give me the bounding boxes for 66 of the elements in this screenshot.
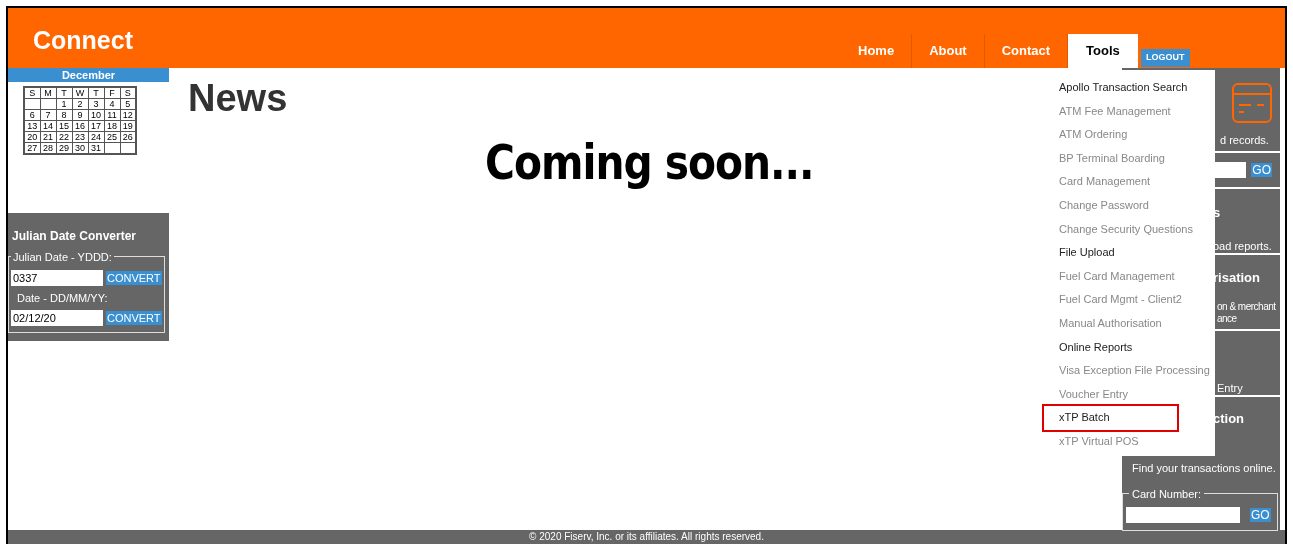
- calendar-day: 15: [56, 120, 72, 132]
- calendar-day: 11: [104, 109, 120, 121]
- convert-button[interactable]: CONVERT: [106, 311, 162, 325]
- julian-date-field[interactable]: 0337: [11, 270, 103, 286]
- calendar-day: S: [120, 87, 136, 99]
- date-field[interactable]: 02/12/20: [11, 310, 103, 326]
- calendar-day: 2: [72, 98, 88, 110]
- footer-text: © 2020 Fiserv, Inc. or its affiliates. All rights reserved.: [8, 530, 1285, 544]
- calendar-day: 17: [88, 120, 104, 132]
- calendar-day: 13: [24, 120, 40, 132]
- authorisation-title: risation: [1213, 269, 1260, 287]
- authorisation-text: on & merchant ance: [1217, 301, 1276, 325]
- calendar-day: 18: [104, 120, 120, 132]
- calendar-day: 27: [24, 142, 40, 154]
- calendar-day: T: [88, 87, 104, 99]
- month-header: December: [8, 68, 169, 82]
- calendar-day: S: [24, 87, 40, 99]
- calendar-day: 26: [120, 131, 136, 143]
- calendar-day: 25: [104, 131, 120, 143]
- calendar-day: 24: [88, 131, 104, 143]
- date-label: Date - DD/MM/YY:: [17, 291, 108, 306]
- calendar-day: 5: [120, 98, 136, 110]
- calendar-day: F: [104, 87, 120, 99]
- calendar-day: 21: [40, 131, 56, 143]
- records-text: d records.: [1220, 133, 1269, 148]
- card-number-field[interactable]: [1126, 507, 1240, 523]
- calendar-day: 6: [24, 109, 40, 121]
- converter-title: Julian Date Converter: [12, 228, 138, 245]
- calendar-day: 30: [72, 142, 88, 154]
- calendar-day: 9: [72, 109, 88, 121]
- calendar-day: 22: [56, 131, 72, 143]
- calendar-day: W: [72, 87, 88, 99]
- menu-item[interactable]: xTP Batch: [1044, 406, 1177, 430]
- go-button[interactable]: GO: [1251, 163, 1272, 177]
- coming-soon-message: Coming soon...: [485, 133, 814, 192]
- site-logo: Connect: [33, 25, 133, 56]
- nav-tab[interactable]: Tools: [1068, 34, 1138, 68]
- calendar-day: 28: [40, 142, 56, 154]
- page-heading: News: [188, 76, 288, 121]
- calendar-day: 12: [120, 109, 136, 121]
- menu-item[interactable]: Apollo Transaction Search: [1049, 76, 1215, 100]
- nav-tab[interactable]: About: [912, 34, 985, 68]
- calendar-day: 1: [56, 98, 72, 110]
- calendar-day: 8: [56, 109, 72, 121]
- calendar-day: M: [40, 87, 56, 99]
- calendar-day: 10: [88, 109, 104, 121]
- calendar-day: 29: [56, 142, 72, 154]
- convert-button[interactable]: CONVERT: [106, 271, 162, 285]
- transaction-text: Find your transactions online.: [1132, 461, 1276, 476]
- calendar-day: 23: [72, 131, 88, 143]
- calendar-day: 7: [40, 109, 56, 121]
- calendar-day: 19: [120, 120, 136, 132]
- logout-button[interactable]: LOGOUT: [1141, 49, 1190, 67]
- go-button[interactable]: GO: [1250, 508, 1271, 522]
- nav-tab[interactable]: Home: [841, 34, 913, 68]
- calendar-day: 3: [88, 98, 104, 110]
- voucher-text: Entry: [1217, 381, 1243, 396]
- calendar-day: 14: [40, 120, 56, 132]
- calendar-day: T: [56, 87, 72, 99]
- calendar-day: 16: [72, 120, 88, 132]
- calendar-day: 4: [104, 98, 120, 110]
- menu-item[interactable]: File Upload: [1049, 241, 1215, 265]
- calendar-day: 31: [88, 142, 104, 154]
- calendar-day: 20: [24, 131, 40, 143]
- card-icon: [1232, 83, 1272, 123]
- menu-item[interactable]: Online Reports: [1049, 335, 1215, 360]
